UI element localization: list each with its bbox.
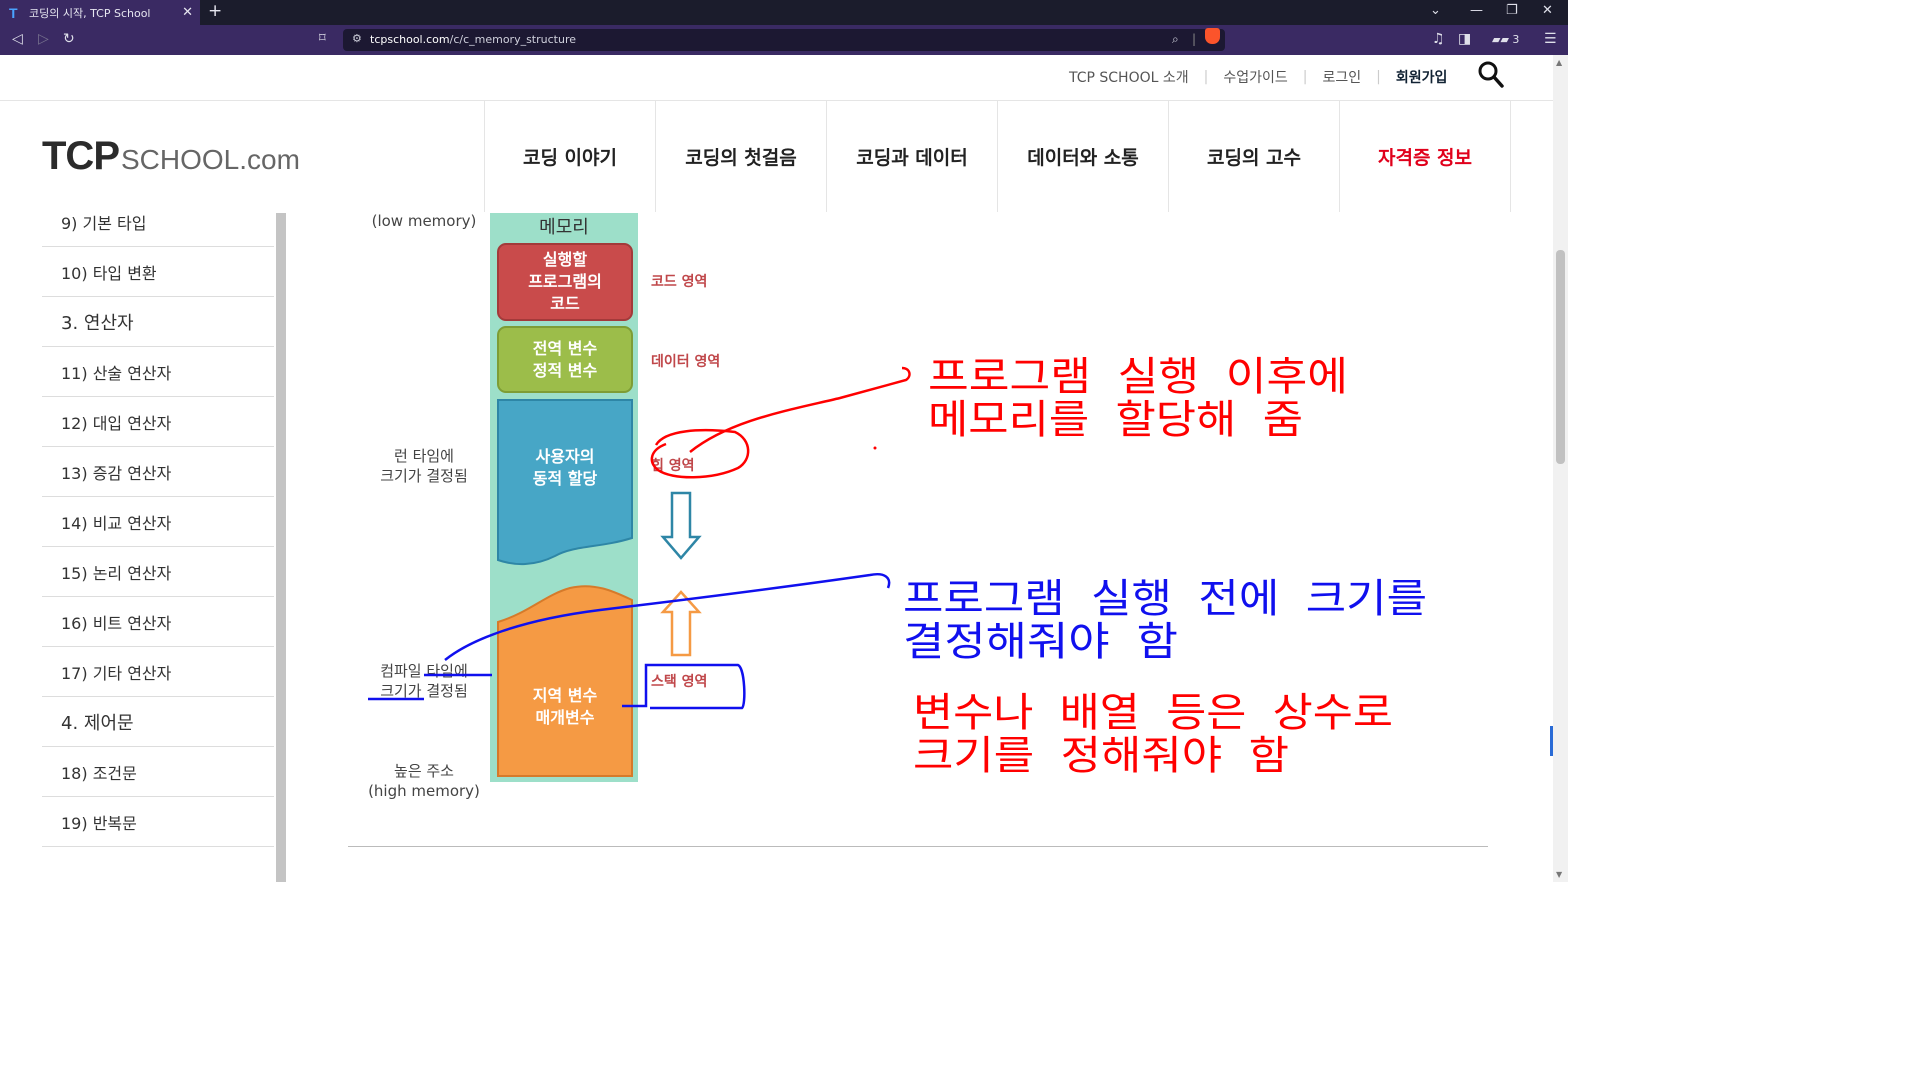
- red-dot: [873, 446, 877, 450]
- scroll-up-icon[interactable]: ▲: [1556, 58, 1562, 67]
- data-segment: [497, 326, 633, 393]
- data-box-line: 정적 변수: [533, 361, 598, 380]
- code-box-line: 실행할: [543, 250, 587, 269]
- runtime-label: 런 타임에: [394, 447, 454, 465]
- scroll-down-icon[interactable]: ▼: [1556, 870, 1562, 879]
- code-area-label: 코드 영역: [651, 273, 707, 290]
- red-note-line: 변수나 배열 등은 상수로: [913, 690, 1393, 736]
- high-memory-label: (high memory): [368, 782, 480, 800]
- blue-note-line: 프로그램 실행 전에 크기를: [903, 576, 1427, 622]
- data-box-line: 전역 변수: [533, 339, 598, 358]
- low-memory-label: (low memory): [372, 212, 477, 230]
- heap-area-label: 힙 영역: [651, 457, 695, 474]
- red-pointer-line: [689, 366, 911, 453]
- data-area-label: 데이터 영역: [651, 353, 720, 370]
- compile-label: 크기가 결정됨: [380, 682, 468, 700]
- page-scrollbar[interactable]: [1553, 55, 1568, 882]
- red-note-line: 메모리를 할당해 줌: [928, 397, 1303, 443]
- code-box-line: 코드: [550, 294, 580, 313]
- scroll-marker: [1550, 726, 1553, 756]
- runtime-label: 크기가 결정됨: [380, 467, 468, 485]
- compile-label: 컴파일 타임에: [380, 662, 468, 680]
- red-note-line: 프로그램 실행 이후에: [928, 354, 1348, 400]
- heap-box-line: 동적 할당: [533, 469, 598, 488]
- page-scrollbar-thumb[interactable]: [1556, 250, 1565, 464]
- memory-structure-diagram: 메모리 실행할 프로그램의 코드 전역 변수 정적 변수 사용자의 동적 할당 …: [368, 212, 1427, 800]
- stack-box-line: 매개변수: [536, 708, 595, 727]
- heap-box-line: 사용자의: [536, 447, 595, 466]
- annotation-texts: 프로그램 실행 이후에 메모리를 할당해 줌 프로그램 실행 전에 크기를 결정…: [903, 354, 1427, 779]
- code-box-line: 프로그램의: [528, 272, 602, 291]
- content-divider: [348, 846, 1488, 847]
- blue-note-line: 결정해줘야 함: [903, 619, 1178, 665]
- stack-box-line: 지역 변수: [533, 686, 598, 705]
- red-note-line: 크기를 정해줘야 함: [913, 733, 1289, 779]
- high-address-label: 높은 주소: [394, 762, 454, 780]
- stack-area-label: 스택 영역: [651, 673, 707, 690]
- heap-growth-arrow: [660, 491, 702, 560]
- memory-title: 메모리: [539, 217, 589, 238]
